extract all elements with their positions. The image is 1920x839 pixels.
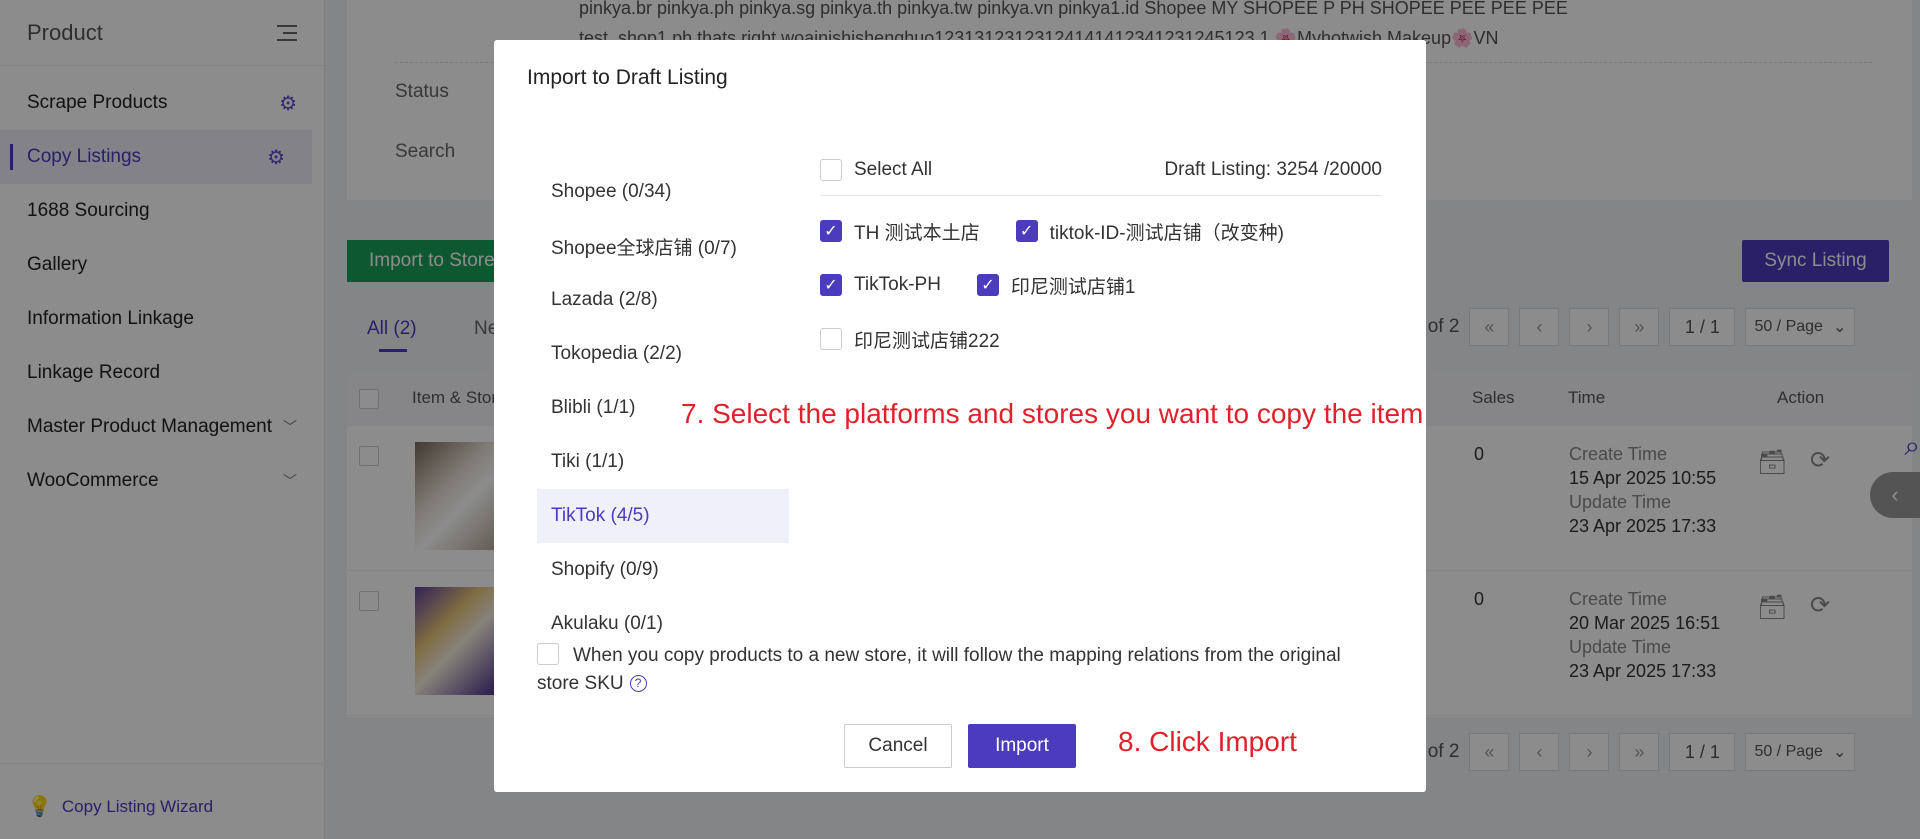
- platform-item-tokopedia[interactable]: Tokopedia (2/2): [537, 327, 789, 381]
- store-label: TikTok-PH: [854, 274, 941, 295]
- store-label: tiktok-ID-测试店铺（改变种): [1049, 222, 1284, 244]
- checkbox-box[interactable]: [820, 328, 842, 350]
- store-label: TH 测试本土店: [854, 222, 980, 244]
- platform-item-lazada[interactable]: Lazada (2/8): [537, 273, 789, 327]
- store-row: 印尼测试店铺222: [820, 312, 1382, 366]
- import-draft-modal: Import to Draft Listing Shopee (0/34) Sh…: [494, 40, 1426, 792]
- store-label: 印尼测试店铺1: [1010, 276, 1136, 298]
- store-grid: ✓ TH 测试本土店 ✓ tiktok-ID-测试店铺（改变种) ✓ TikTo…: [820, 204, 1382, 366]
- check-icon[interactable]: ✓: [976, 274, 999, 296]
- store-checkbox-tiktok-id[interactable]: ✓ tiktok-ID-测试店铺（改变种): [1015, 218, 1284, 245]
- store-checkbox-th[interactable]: ✓ TH 测试本土店: [820, 218, 980, 245]
- store-checkbox-indonesia-222[interactable]: 印尼测试店铺222: [820, 326, 1000, 353]
- store-row: ✓ TikTok-PH ✓ 印尼测试店铺1: [820, 258, 1382, 312]
- platform-item-shopee[interactable]: Shopee (0/34): [537, 165, 789, 219]
- modal-title: Import to Draft Listing: [527, 66, 728, 89]
- import-button[interactable]: Import: [968, 724, 1076, 768]
- store-selection-pane: Select All Draft Listing: 3254 /20000 ✓ …: [820, 144, 1382, 366]
- platform-item-tiktok[interactable]: TikTok (4/5): [537, 489, 789, 543]
- mapping-text: When you copy products to a new store, i…: [537, 645, 1341, 694]
- store-checkbox-indonesia-1[interactable]: ✓ 印尼测试店铺1: [976, 272, 1136, 299]
- cancel-button[interactable]: Cancel: [844, 724, 952, 768]
- check-icon[interactable]: ✓: [820, 220, 842, 242]
- store-row: ✓ TH 测试本土店 ✓ tiktok-ID-测试店铺（改变种): [820, 204, 1382, 258]
- store-label: 印尼测试店铺222: [854, 330, 1000, 352]
- help-icon[interactable]: ?: [629, 675, 647, 693]
- annotation-step-8: 8. Click Import: [1118, 726, 1297, 757]
- draft-listing-count: Draft Listing: 3254 /20000: [1164, 158, 1382, 180]
- platform-item-shopee-global[interactable]: Shopee全球店铺 (0/7): [537, 219, 789, 273]
- select-all-checkbox[interactable]: Select All: [820, 158, 933, 181]
- checkbox-box[interactable]: [820, 158, 842, 181]
- mapping-checkbox[interactable]: [537, 642, 559, 665]
- store-checkbox-tiktok-ph[interactable]: ✓ TikTok-PH: [820, 274, 941, 296]
- check-icon[interactable]: ✓: [1015, 220, 1038, 242]
- select-all-row: Select All Draft Listing: 3254 /20000: [820, 144, 1382, 196]
- platform-item-tiki[interactable]: Tiki (1/1): [537, 435, 789, 489]
- mapping-option: When you copy products to a new store, i…: [537, 642, 1377, 698]
- platform-item-shopify[interactable]: Shopify (0/9): [537, 543, 789, 597]
- annotation-step-7: 7. Select the platforms and stores you w…: [681, 398, 1424, 429]
- select-all-label: Select All: [854, 158, 933, 180]
- check-icon[interactable]: ✓: [820, 274, 842, 296]
